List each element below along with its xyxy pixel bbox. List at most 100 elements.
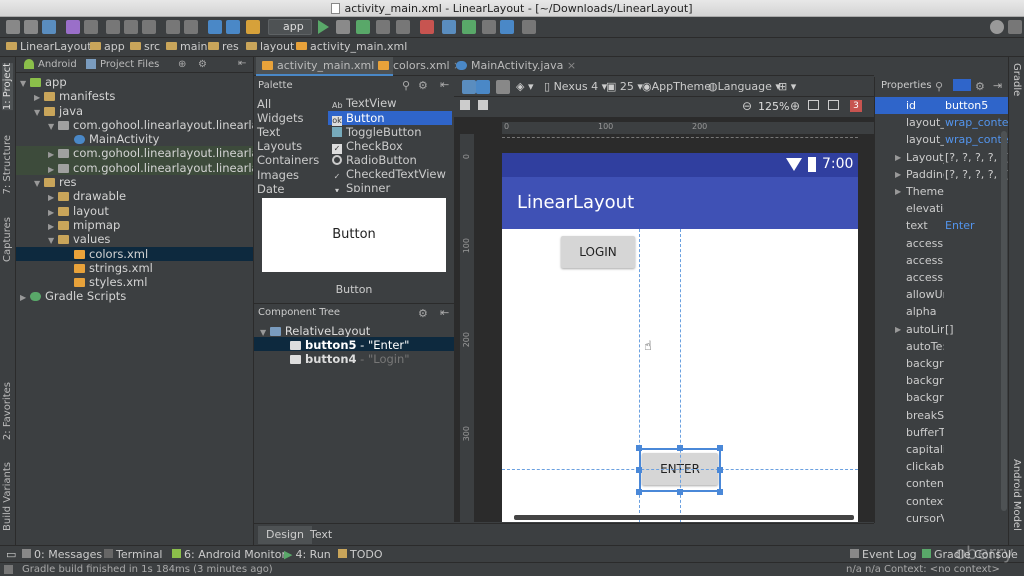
settings-icon[interactable]: ⚙ [418,79,428,92]
palette-item[interactable]: ▾ Spinner [328,181,452,192]
palette-category[interactable]: Containers [257,153,319,167]
cut-icon[interactable] [106,20,120,34]
tab-android-model[interactable]: Android Model [1011,459,1022,531]
tree-item[interactable]: ▶ manifests [16,89,253,103]
tree-item[interactable]: ▶ layout [16,204,253,218]
tab-terminal[interactable]: Terminal [104,547,163,562]
breadcrumb-item[interactable]: app [90,40,125,53]
design-surface-icon[interactable] [462,80,476,94]
tree-item[interactable]: ▼ com.gohool.linearlayout.linearlayout [16,118,253,132]
palette-item[interactable]: RadioButton [328,153,452,167]
search-icon[interactable]: ⚲ [935,80,943,93]
attach-debugger-icon[interactable] [396,20,410,34]
api-select[interactable]: ▣ 25 ▾ [606,80,643,93]
save-icon[interactable] [24,20,38,34]
theme-night-icon[interactable]: ◈ ▾ [516,80,533,93]
tree-item[interactable]: ▼ res [16,175,253,189]
palette-item[interactable]: Ab TextView [328,96,452,110]
property-row[interactable]: accessil [875,252,1008,269]
android-monitor-icon[interactable] [500,20,514,34]
screenshot-icon[interactable] [828,100,839,110]
run-config-select[interactable]: app ▾ [268,19,312,47]
tab-structure[interactable]: 7: Structure [2,135,13,194]
tree-item[interactable]: ▼ values [16,232,253,246]
paste-icon[interactable] [142,20,156,34]
resize-handle[interactable] [636,489,642,495]
property-row[interactable]: accessil [875,235,1008,252]
tab-main-activity[interactable]: MainActivity.java × [450,57,582,76]
orientation-icon[interactable] [496,80,510,94]
tree-item-relative-layout[interactable]: ▼ RelativeLayout [260,324,370,338]
tab-android-monitor[interactable]: 6: Android Monitor [172,547,286,562]
language-select[interactable]: ◍Language ▾ [708,80,781,93]
tab-gradle[interactable]: Gradle [1011,63,1022,96]
hide-icon[interactable]: ⇤ [440,306,449,319]
resize-handle[interactable] [636,445,642,451]
tree-item[interactable]: MainActivity [16,132,253,146]
tree-item[interactable]: ▶ mipmap [16,218,253,232]
property-row[interactable]: elevatio [875,200,1008,217]
profile-icon[interactable] [376,20,390,34]
find-icon[interactable] [166,20,180,34]
resize-handle[interactable] [636,467,642,473]
expand-icon[interactable]: ▶ [895,183,901,200]
property-value[interactable]: [] [945,321,1008,338]
expand-icon[interactable]: ▶ [895,166,901,183]
tab-project[interactable]: 1: Project [2,63,13,111]
tree-item[interactable]: styles.xml [16,275,253,289]
settings-icon[interactable]: ⚙ [198,59,207,70]
property-row[interactable]: accessil [875,269,1008,286]
palette-category[interactable]: Layouts [257,139,302,153]
property-row[interactable]: clickabl [875,458,1008,475]
property-value[interactable]: Enter [945,217,1008,234]
tree-item[interactable]: colors.xml [16,246,253,261]
replace-icon[interactable] [184,20,198,34]
run-icon[interactable] [318,20,329,34]
breadcrumb-item[interactable]: src [130,40,160,53]
palette-category[interactable]: All [257,97,271,111]
breadcrumb-item[interactable]: activity_main.xml [296,40,407,53]
tab-text[interactable]: Text [302,526,340,544]
resize-handle[interactable] [717,467,723,473]
settings-icon[interactable]: ⚙ [975,80,985,93]
tree-item[interactable]: ▼ java [16,104,253,118]
resize-handle[interactable] [717,445,723,451]
palette-category[interactable]: Widgets [257,111,304,125]
hide-icon[interactable]: ⇤ [440,78,449,91]
tab-captures[interactable]: Captures [2,217,13,262]
property-value[interactable]: [?, ?, ?, ?, ?] [945,149,1008,166]
debug-icon[interactable] [356,20,370,34]
property-row[interactable]: ▶ Layout_[?, ?, ?, ?, ?] [875,149,1008,166]
layout-canvas[interactable]: 0 100 200 0 100 200 300 7:00 LinearLayou… [454,117,874,522]
settings-icon[interactable]: ⚙ [418,307,428,320]
stop-icon[interactable] [420,20,434,34]
tab-event-log[interactable]: Event Log [850,547,917,562]
resize-handle[interactable] [677,445,683,451]
property-row[interactable]: ▶ Padding[?, ?, ?, ?, ?] [875,166,1008,183]
palette-category[interactable]: Text [257,125,280,139]
tool-window-toggle-icon[interactable]: ▭ [6,547,16,562]
layout-variants-icon[interactable]: ⊞ ▾ [778,80,796,93]
property-row[interactable]: alpha [875,303,1008,320]
tab-run[interactable]: ▶ 4: Run [284,547,331,562]
property-row[interactable]: layout_wwrap_content [875,114,1008,131]
open-icon[interactable] [6,20,20,34]
property-row[interactable]: breakSt [875,407,1008,424]
copy-icon[interactable] [124,20,138,34]
property-row[interactable]: id button5 [875,97,1008,115]
zoom-in-icon[interactable]: ⊕ [790,99,800,113]
property-row[interactable]: cursorV [875,510,1008,527]
blueprint-icon[interactable] [476,80,490,94]
forward-icon[interactable] [226,20,240,34]
tree-item[interactable]: ▶ com.gohool.linearlayout.linearlayout [16,146,253,161]
property-row[interactable]: content [875,475,1008,492]
undo-icon[interactable] [66,20,80,34]
expand-icon[interactable]: ▶ [895,149,901,166]
tab-project-files[interactable]: Project Files [100,59,159,70]
login-button[interactable]: LOGIN [561,236,635,268]
build-icon[interactable] [246,20,260,34]
property-row[interactable]: capitali: [875,441,1008,458]
property-row[interactable]: allowUr [875,286,1008,303]
resize-handle[interactable] [717,489,723,495]
tab-messages[interactable]: 0: Messages [22,547,102,562]
